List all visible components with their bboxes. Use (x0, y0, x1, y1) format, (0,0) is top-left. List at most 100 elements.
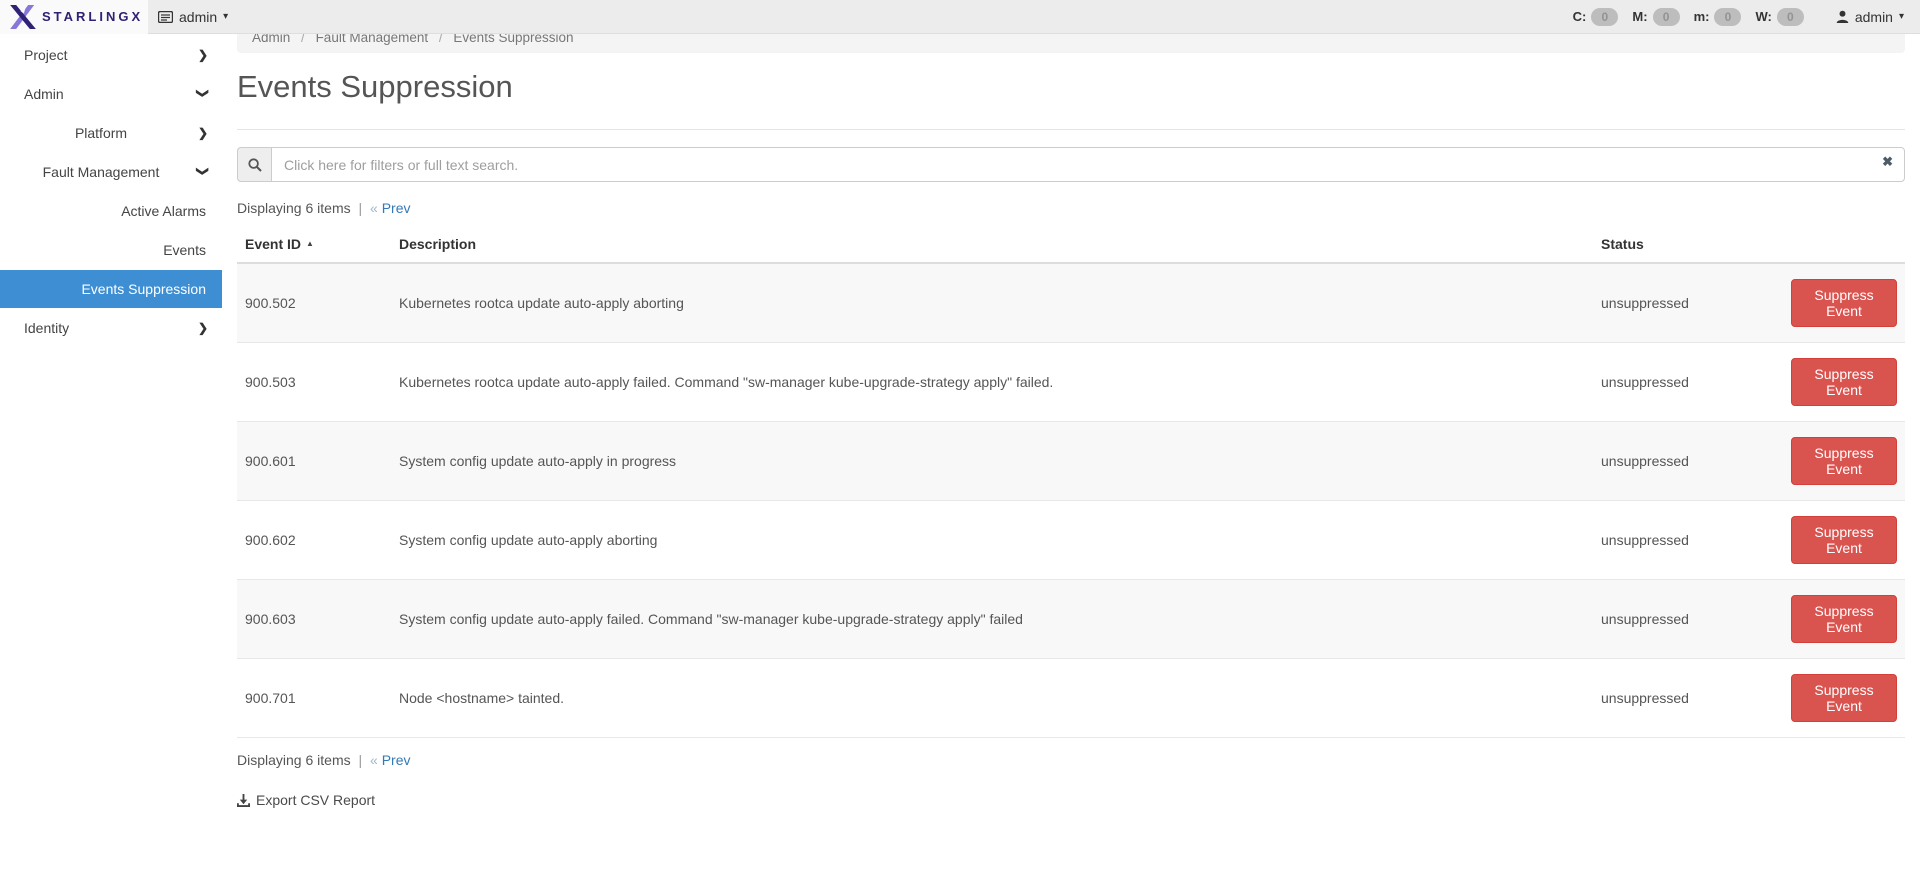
event-id-cell: 900.503 (237, 343, 391, 422)
export-csv-label: Export CSV Report (256, 792, 375, 808)
column-header-event-id[interactable]: Event ID ▲ (237, 226, 391, 263)
alarm-badge: 0 (1714, 8, 1741, 26)
sidebar-item-identity[interactable]: Identity ❯ (0, 309, 222, 347)
user-icon (1836, 10, 1849, 23)
domain-switcher[interactable]: admin ▾ (158, 9, 228, 25)
alarm-label: W: (1755, 9, 1771, 24)
table-row: 900.603 System config update auto-apply … (237, 580, 1905, 659)
status-cell: unsuppressed (1593, 659, 1783, 738)
column-label: Status (1601, 236, 1644, 252)
alarm-label: C: (1573, 9, 1587, 24)
alarm-count-major: M: 0 (1632, 8, 1679, 26)
table-header-row: Event ID ▲ Description Status (237, 226, 1905, 263)
starlingx-logo-icon (10, 5, 36, 29)
alarm-badge: 0 (1653, 8, 1680, 26)
navbar-right: C: 0 M: 0 m: 0 W: 0 admin ▾ (1573, 8, 1920, 26)
brand-name: STARLINGX (42, 9, 143, 24)
page-title: Events Suppression (237, 69, 1905, 105)
user-label: admin (1855, 9, 1893, 25)
suppress-event-button[interactable]: Suppress Event (1791, 595, 1897, 643)
sidebar-item-label: Fault Management (43, 164, 160, 180)
chevron-down-icon: ❯ (196, 166, 210, 176)
table-row: 900.602 System config update auto-apply … (237, 501, 1905, 580)
prev-page-link[interactable]: « Prev (370, 200, 410, 216)
event-id-cell: 900.701 (237, 659, 391, 738)
pagination-separator: | (359, 200, 363, 216)
prev-label: Prev (382, 200, 411, 216)
domain-icon (158, 11, 173, 23)
description-cell: Node <hostname> tainted. (391, 659, 1593, 738)
status-cell: unsuppressed (1593, 263, 1783, 343)
column-label: Description (399, 236, 476, 252)
suppress-event-button[interactable]: Suppress Event (1791, 516, 1897, 564)
chevron-down-icon: ❯ (196, 88, 210, 98)
event-id-cell: 900.603 (237, 580, 391, 659)
events-table: Event ID ▲ Description Status 900.502 Kub… (237, 226, 1905, 738)
chevron-down-icon: ▾ (1899, 11, 1904, 22)
items-count: Displaying 6 items (237, 752, 351, 768)
clear-search-icon[interactable]: ✖ (1882, 155, 1893, 168)
sidebar-item-label: Project (24, 47, 68, 63)
prev-arrow: « (370, 200, 378, 216)
column-label: Event ID (245, 236, 301, 252)
export-csv-link[interactable]: Export CSV Report (237, 792, 375, 808)
description-cell: System config update auto-apply failed. … (391, 580, 1593, 659)
brand-logo[interactable]: STARLINGX (0, 0, 148, 34)
sidebar-item-project[interactable]: Project ❯ (0, 36, 222, 74)
status-cell: unsuppressed (1593, 343, 1783, 422)
alarm-count-warning: W: 0 (1755, 8, 1803, 26)
pagination-top: Displaying 6 items | « Prev (237, 200, 1905, 216)
table-row: 900.601 System config update auto-apply … (237, 422, 1905, 501)
sidebar-item-active-alarms[interactable]: Active Alarms (0, 192, 222, 230)
sidebar-item-platform[interactable]: Platform ❯ (0, 114, 222, 152)
search-button[interactable] (237, 147, 271, 182)
chevron-right-icon: ❯ (198, 321, 208, 335)
pagination-separator: | (359, 752, 363, 768)
suppress-event-button[interactable]: Suppress Event (1791, 279, 1897, 327)
suppress-event-button[interactable]: Suppress Event (1791, 358, 1897, 406)
status-cell: unsuppressed (1593, 580, 1783, 659)
search-input[interactable] (271, 147, 1905, 182)
prev-arrow: « (370, 752, 378, 768)
user-menu[interactable]: admin ▾ (1836, 9, 1904, 25)
main-content: Admin / Fault Management / Events Suppre… (222, 0, 1920, 812)
alarm-label: M: (1632, 9, 1647, 24)
column-header-actions (1783, 226, 1905, 263)
column-header-status[interactable]: Status (1593, 226, 1783, 263)
sidebar-item-label: Admin (24, 86, 64, 102)
chevron-right-icon: ❯ (198, 126, 208, 140)
prev-page-link[interactable]: « Prev (370, 752, 410, 768)
sidebar-item-events-suppression[interactable]: Events Suppression (0, 270, 222, 308)
event-id-cell: 900.602 (237, 501, 391, 580)
event-id-cell: 900.601 (237, 422, 391, 501)
status-cell: unsuppressed (1593, 501, 1783, 580)
status-cell: unsuppressed (1593, 422, 1783, 501)
table-row: 900.503 Kubernetes rootca update auto-ap… (237, 343, 1905, 422)
table-row: 900.502 Kubernetes rootca update auto-ap… (237, 263, 1905, 343)
suppress-event-button[interactable]: Suppress Event (1791, 674, 1897, 722)
title-divider (237, 129, 1905, 130)
pagination-bottom: Displaying 6 items | « Prev (237, 752, 1905, 768)
alarm-badge: 0 (1777, 8, 1804, 26)
sidebar-item-events[interactable]: Events (0, 231, 222, 269)
items-count: Displaying 6 items (237, 200, 351, 216)
alarm-label: m: (1694, 9, 1710, 24)
sidebar: Project ❯ Admin ❯ Platform ❯ Fault Manag… (0, 34, 222, 870)
sidebar-item-fault-management[interactable]: Fault Management ❯ (0, 153, 222, 191)
suppress-event-button[interactable]: Suppress Event (1791, 437, 1897, 485)
description-cell: Kubernetes rootca update auto-apply fail… (391, 343, 1593, 422)
alarm-count-minor: m: 0 (1694, 8, 1742, 26)
search-bar: ✖ (237, 147, 1905, 182)
sort-asc-icon: ▲ (306, 239, 314, 248)
download-icon (237, 794, 250, 807)
sidebar-item-label: Platform (75, 125, 127, 141)
alarm-badge: 0 (1591, 8, 1618, 26)
search-icon (248, 158, 262, 172)
description-cell: Kubernetes rootca update auto-apply abor… (391, 263, 1593, 343)
sidebar-item-label: Events (163, 242, 206, 258)
sidebar-item-label: Events Suppression (81, 281, 206, 297)
sidebar-item-admin[interactable]: Admin ❯ (0, 75, 222, 113)
sidebar-item-label: Active Alarms (121, 203, 206, 219)
description-cell: System config update auto-apply in progr… (391, 422, 1593, 501)
column-header-description[interactable]: Description (391, 226, 1593, 263)
